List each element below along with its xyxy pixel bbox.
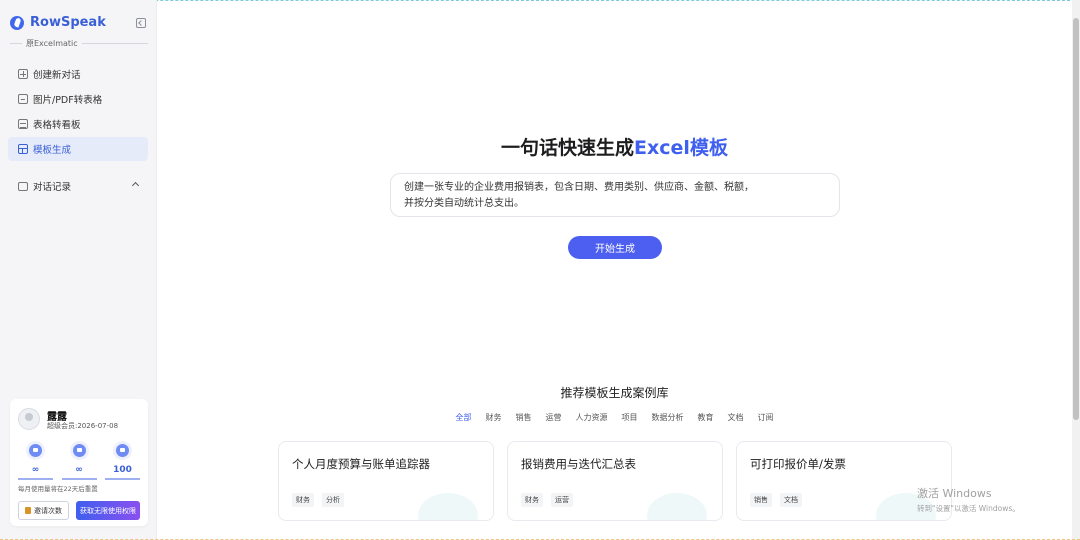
page-title: 一句话快速生成Excel模板 xyxy=(157,133,1072,160)
watermark-line: 激活 Windows xyxy=(917,487,992,500)
sidebar-item-label: 表格转看板 xyxy=(33,120,81,131)
user-actions: 邀请次数 获取无限使用权限 xyxy=(18,501,140,520)
chart-quota-icon xyxy=(113,441,132,460)
chevron-up-icon xyxy=(131,181,140,190)
template-tag: 文档 xyxy=(780,493,802,507)
brand[interactable]: RowSpeak xyxy=(10,15,106,30)
invite-button[interactable]: 邀请次数 xyxy=(18,501,69,520)
prompt-input[interactable]: 创建一张专业的企业费用报销表，包含日期、费用类别、供应商、金额、税额， 并按分类… xyxy=(390,173,840,217)
template-tags: 财务 分析 xyxy=(292,493,352,507)
template-tags: 财务 运营 xyxy=(521,493,581,507)
chat-quota-icon xyxy=(26,441,45,460)
template-tag: 分析 xyxy=(322,493,344,507)
quota-bar xyxy=(18,478,53,480)
quota-stat-chat: ∞ xyxy=(18,441,53,480)
gift-icon xyxy=(25,507,31,514)
main-content: 一句话快速生成Excel模板 创建一张专业的企业费用报销表，包含日期、费用类别、… xyxy=(157,0,1080,540)
sidebar-nav: 创建新对话 图片/PDF转表格 表格转看板 模板生成 xyxy=(8,62,148,162)
filter-tab-hr[interactable]: 人力资源 xyxy=(576,412,608,423)
quota-reset-note: 每月使用量将在22天后重置 xyxy=(18,485,98,493)
chat-history-toggle[interactable]: 对话记录 xyxy=(8,176,148,196)
sidebar-item-table-to-dashboard[interactable]: 表格转看板 xyxy=(8,112,148,136)
category-filters: 全部 财务 销售 运营 人力资源 项目 数据分析 教育 文档 订阅 xyxy=(157,412,1072,423)
template-library-title: 推荐模板生成案例库 xyxy=(560,386,669,400)
brand-name: RowSpeak xyxy=(30,15,106,30)
template-icon xyxy=(18,144,28,154)
sidebar-item-image-pdf-to-table[interactable]: 图片/PDF转表格 xyxy=(8,87,148,111)
sidebar-item-template-generation[interactable]: 模板生成 xyxy=(8,137,148,161)
prompt-text-line: 并按分类自动统计总支出。 xyxy=(404,198,524,209)
quota-stat-chart: 100 xyxy=(105,441,140,480)
sidebar-item-new-chat[interactable]: 创建新对话 xyxy=(8,62,148,86)
filter-tab-data-analysis[interactable]: 数据分析 xyxy=(652,412,684,423)
scrollbar-thumb[interactable] xyxy=(1073,18,1079,420)
filter-tab-sales[interactable]: 销售 xyxy=(516,412,532,423)
image-icon xyxy=(18,94,28,104)
chat-history-label: 对话记录 xyxy=(33,182,72,193)
watermark-line: 转到"设置"以激活 Windows。 xyxy=(917,504,1020,513)
sidebar-item-label: 创建新对话 xyxy=(33,70,81,81)
sidebar-item-label: 模板生成 xyxy=(33,145,72,156)
windows-activation-watermark: 激活 Windows 转到"设置"以激活 Windows。 xyxy=(917,485,1020,514)
brand-subtitle-row: 原Excelmatic xyxy=(10,38,148,49)
template-card[interactable]: 个人月度预算与账单追踪器 财务 分析 xyxy=(278,441,494,521)
quota-bar xyxy=(61,478,97,480)
avatar[interactable] xyxy=(18,408,40,430)
filter-tab-operations[interactable]: 运营 xyxy=(546,412,562,423)
user-card: 露露 超级会员:2026-07-08 ∞ ∞ 100 每月使用量将在22天后重置 xyxy=(10,399,148,526)
quota-bar xyxy=(105,478,140,480)
prompt-text-line: 创建一张专业的企业费用报销表，包含日期、费用类别、供应商、金额、税额， xyxy=(404,182,754,193)
template-card-title: 个人月度预算与账单追踪器 xyxy=(292,457,430,471)
quota-stats: ∞ ∞ 100 xyxy=(18,441,140,480)
template-tags: 销售 文档 xyxy=(750,493,810,507)
image-quota-icon xyxy=(69,441,89,460)
filter-tab-finance[interactable]: 财务 xyxy=(486,412,502,423)
start-generate-button[interactable]: 开始生成 xyxy=(568,236,662,259)
chat-history-icon xyxy=(18,181,28,191)
page-title-accent: Excel模板 xyxy=(634,137,728,159)
template-cards: 个人月度预算与账单追踪器 财务 分析 报销费用与迭代汇总表 财务 运营 可打印报… xyxy=(278,441,952,521)
filter-tab-all[interactable]: 全部 xyxy=(456,412,472,423)
brand-subtitle: 原Excelmatic xyxy=(26,39,78,48)
divider xyxy=(81,43,148,44)
filter-tab-education[interactable]: 教育 xyxy=(698,412,714,423)
page-title-prefix: 一句话快速生成 xyxy=(501,137,635,159)
upgrade-button[interactable]: 获取无限使用权限 xyxy=(76,501,140,520)
template-card-title: 报销费用与迭代汇总表 xyxy=(521,457,636,471)
membership-expiry: 超级会员:2026-07-08 xyxy=(47,422,119,430)
table-icon xyxy=(18,119,28,129)
quota-value: 100 xyxy=(113,465,132,475)
sidebar-item-label: 图片/PDF转表格 xyxy=(33,95,103,106)
template-tag: 财务 xyxy=(521,493,543,507)
filter-tab-subscription[interactable]: 订阅 xyxy=(758,412,774,423)
quota-stat-image: ∞ xyxy=(61,441,97,480)
filter-tab-project[interactable]: 项目 xyxy=(622,412,638,423)
template-card[interactable]: 报销费用与迭代汇总表 财务 运营 xyxy=(507,441,723,521)
template-tag: 财务 xyxy=(292,493,314,507)
filter-tab-documents[interactable]: 文档 xyxy=(728,412,744,423)
plus-square-icon xyxy=(18,69,28,79)
template-tag: 运营 xyxy=(551,493,573,507)
collapse-sidebar-icon[interactable] xyxy=(136,18,146,28)
template-card-title: 可打印报价单/发票 xyxy=(750,457,846,471)
template-tag: 销售 xyxy=(750,493,772,507)
scrollbar[interactable] xyxy=(1072,0,1080,540)
sidebar: RowSpeak 原Excelmatic 创建新对话 图片/PDF转表格 表格转… xyxy=(0,0,157,540)
quota-value: ∞ xyxy=(75,465,83,475)
rowspeak-logo-icon xyxy=(10,15,24,30)
divider xyxy=(10,43,22,44)
quota-value: ∞ xyxy=(31,465,40,475)
invite-label: 邀请次数 xyxy=(34,506,62,515)
